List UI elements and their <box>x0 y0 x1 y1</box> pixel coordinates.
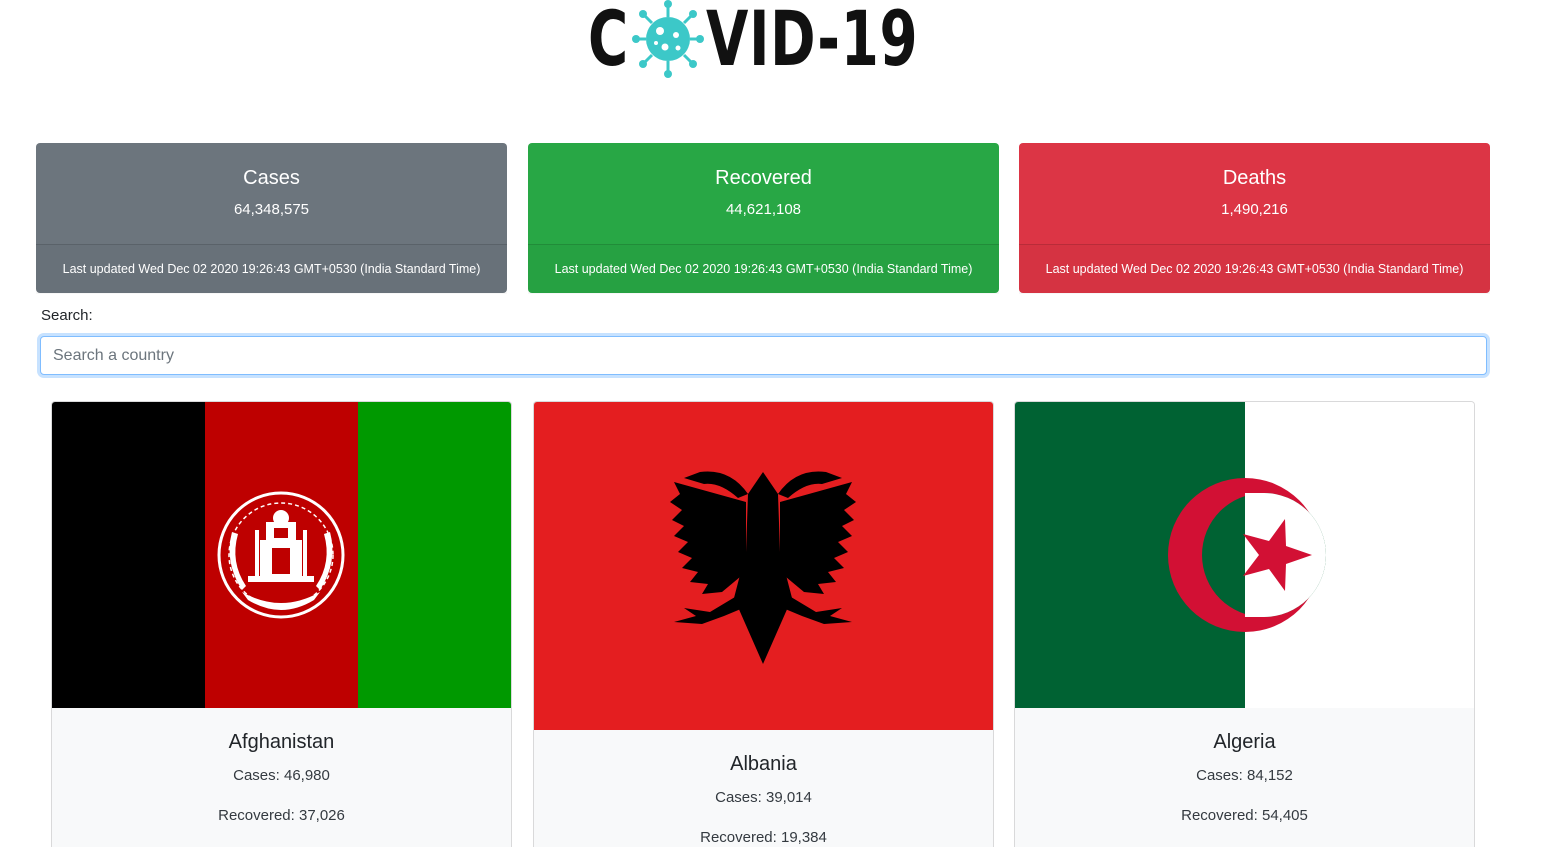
country-cases: Cases: 39,014 <box>715 789 812 806</box>
country-name: Algeria <box>1213 731 1276 753</box>
afghanistan-flag <box>52 402 511 708</box>
cases-last-updated: Last updated Wed Dec 02 2020 19:26:43 GM… <box>36 244 507 294</box>
country-cases: Cases: 84,152 <box>1196 767 1293 784</box>
recovered-count: 44,621,108 <box>725 201 802 218</box>
recovered-last-updated: Last updated Wed Dec 02 2020 19:26:43 GM… <box>528 244 999 294</box>
country-name: Afghanistan <box>228 731 335 753</box>
deaths-count: 1,490,216 <box>1221 201 1288 218</box>
albania-flag <box>534 402 993 730</box>
country-info: Afghanistan Cases: 46,980 Recovered: 37,… <box>52 730 511 825</box>
deaths-card-body: Deaths 1,490,216 <box>1019 143 1490 244</box>
deaths-title: Deaths <box>1222 167 1287 189</box>
logo-letter-c: C <box>588 0 629 83</box>
search-input[interactable] <box>40 336 1487 375</box>
cases-card-body: Cases 64,348,575 <box>36 143 507 244</box>
logo-text: VID-19 <box>706 0 919 83</box>
algeria-flag <box>1015 402 1474 708</box>
covid19-logo: C VID-19 <box>588 0 1006 78</box>
country-info: Algeria Cases: 84,152 Recovered: 54,405 <box>1015 730 1474 825</box>
cases-count: 64,348,575 <box>233 201 310 218</box>
coronavirus-icon <box>632 0 704 78</box>
country-recovered: Recovered: 54,405 <box>1181 807 1308 824</box>
country-card-afghanistan[interactable]: Afghanistan Cases: 46,980 Recovered: 37,… <box>51 401 512 847</box>
country-recovered: Recovered: 37,026 <box>218 807 345 824</box>
cases-card: Cases 64,348,575 Last updated Wed Dec 02… <box>36 143 507 293</box>
page: C VID-19 Cases 64,348,575 Last updated W… <box>0 0 1562 847</box>
cases-title: Cases <box>243 167 300 189</box>
country-recovered: Recovered: 19,384 <box>700 829 827 846</box>
deaths-last-updated: Last updated Wed Dec 02 2020 19:26:43 GM… <box>1019 244 1490 294</box>
country-info: Albania Cases: 39,014 Recovered: 19,384 <box>534 752 993 847</box>
country-card-algeria[interactable]: Algeria Cases: 84,152 Recovered: 54,405 <box>1014 401 1475 847</box>
country-name: Albania <box>730 753 797 775</box>
search-label: Search: <box>41 307 93 324</box>
country-card-albania[interactable]: Albania Cases: 39,014 Recovered: 19,384 <box>533 401 994 847</box>
recovered-title: Recovered <box>715 167 812 189</box>
country-cases: Cases: 46,980 <box>233 767 330 784</box>
recovered-card: Recovered 44,621,108 Last updated Wed De… <box>528 143 999 293</box>
deaths-card: Deaths 1,490,216 Last updated Wed Dec 02… <box>1019 143 1490 293</box>
recovered-card-body: Recovered 44,621,108 <box>528 143 999 244</box>
